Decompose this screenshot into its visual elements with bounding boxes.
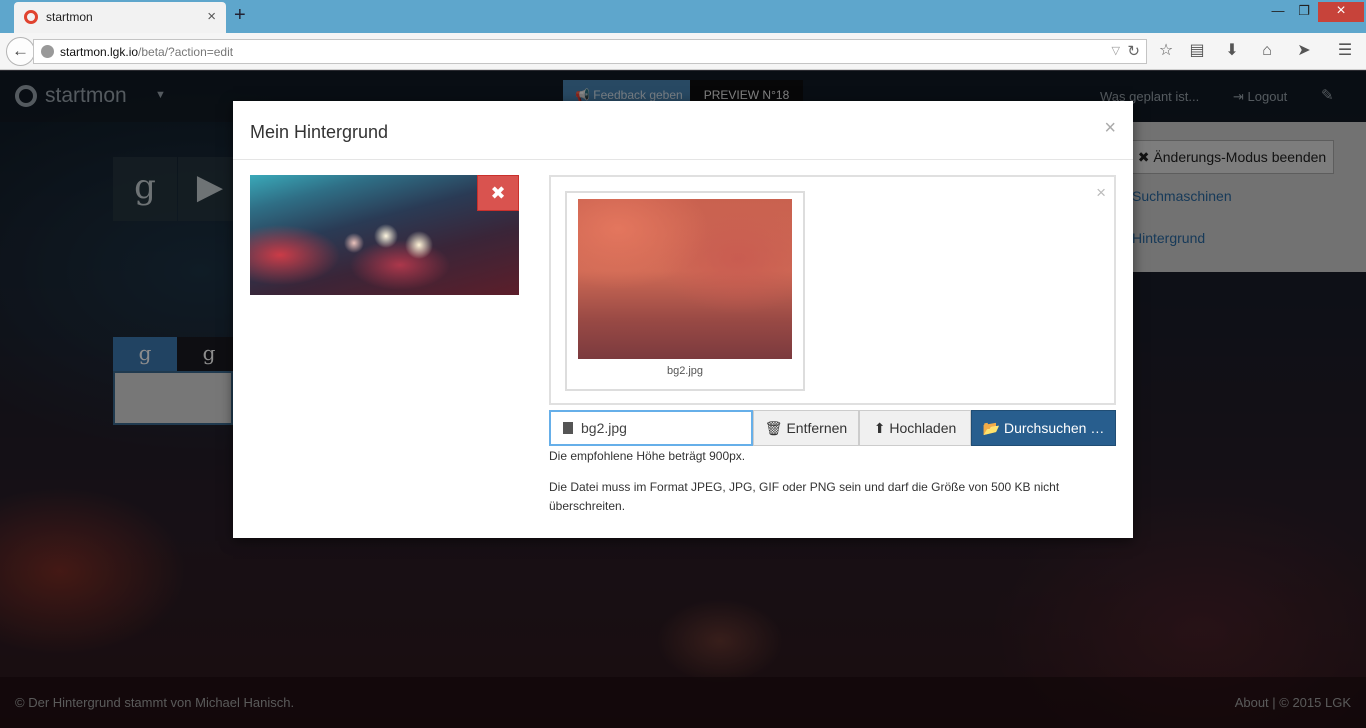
trash-icon: 🗑 <box>764 420 783 436</box>
remove-file-button[interactable]: 🗑 Entfernen <box>753 410 859 446</box>
globe-icon <box>41 45 54 58</box>
tab-title: startmon <box>46 10 93 24</box>
reading-list-icon[interactable]: ▤ <box>1186 40 1208 62</box>
thumbnail-image <box>578 199 792 359</box>
folder-open-icon: 📂 <box>982 420 1001 436</box>
modal-close-icon[interactable]: × <box>1104 117 1116 140</box>
back-arrow-icon[interactable]: ← <box>6 37 35 66</box>
tab-close-icon[interactable]: × <box>207 8 216 25</box>
address-bar[interactable]: startmon.lgk.io/beta/?action=edit ▽ ↻ <box>33 39 1147 64</box>
home-icon[interactable]: ⌂ <box>1256 40 1278 62</box>
remove-background-button[interactable]: ✖ <box>477 175 519 211</box>
file-icon <box>563 422 573 434</box>
download-icon[interactable]: ⬇ <box>1221 40 1243 62</box>
menu-hamburger-icon[interactable]: ☰ <box>1334 40 1356 62</box>
background-modal: Mein Hintergrund × ✖ × bg2.jpg bg2.jpg 🗑… <box>233 101 1133 538</box>
modal-title: Mein Hintergrund <box>250 122 389 142</box>
url-text: startmon.lgk.io/beta/?action=edit <box>60 45 233 59</box>
send-icon[interactable]: ➤ <box>1293 40 1315 62</box>
help-file-format: Die Datei muss im Format JPEG, JPG, GIF … <box>549 480 1060 513</box>
startmon-favicon-icon <box>24 10 38 24</box>
window-close-icon[interactable]: × <box>1318 2 1364 22</box>
browse-button[interactable]: 📂 Durchsuchen … <box>971 410 1116 446</box>
upload-preview-area: × bg2.jpg <box>549 175 1116 405</box>
remove-file-label: Entfernen <box>786 420 848 436</box>
browser-tab[interactable]: startmon × <box>14 2 226 33</box>
times-icon: ✖ <box>490 183 506 203</box>
url-path: /beta/?action=edit <box>138 45 234 59</box>
clear-preview-close-icon[interactable]: × <box>1096 183 1106 203</box>
upload-circle-icon: ⬆ <box>873 420 886 436</box>
file-name-value: bg2.jpg <box>581 420 627 436</box>
help-recommended-height: Die empfohlene Höhe beträgt 900px. <box>549 449 746 463</box>
reload-icon[interactable]: ↻ <box>1127 42 1140 60</box>
url-host: startmon.lgk.io <box>60 45 139 59</box>
file-name-field[interactable]: bg2.jpg <box>549 410 753 446</box>
url-dropdown-icon[interactable]: ▽ <box>1112 44 1120 57</box>
new-tab-plus-icon[interactable]: + <box>234 4 246 27</box>
file-input-group: bg2.jpg 🗑 Entfernen ⬆ Hochladen 📂 Durchs… <box>549 410 1116 446</box>
thumbnail-filename: bg2.jpg <box>666 365 704 377</box>
upload-button[interactable]: ⬆ Hochladen <box>859 410 971 446</box>
restore-icon[interactable]: ❐ <box>1290 2 1318 22</box>
modal-header: Mein Hintergrund × <box>233 101 1133 160</box>
minimize-icon[interactable]: — <box>1264 2 1292 22</box>
browse-label: Durchsuchen … <box>1003 420 1105 436</box>
upload-label: Hochladen <box>889 420 957 436</box>
file-thumbnail: bg2.jpg <box>565 191 805 391</box>
browser-tab-bar: startmon × + — ❐ × <box>0 0 1366 33</box>
star-bookmark-icon[interactable]: ☆ <box>1155 40 1177 62</box>
browser-nav-bar: ← startmon.lgk.io/beta/?action=edit ▽ ↻ … <box>0 33 1366 70</box>
